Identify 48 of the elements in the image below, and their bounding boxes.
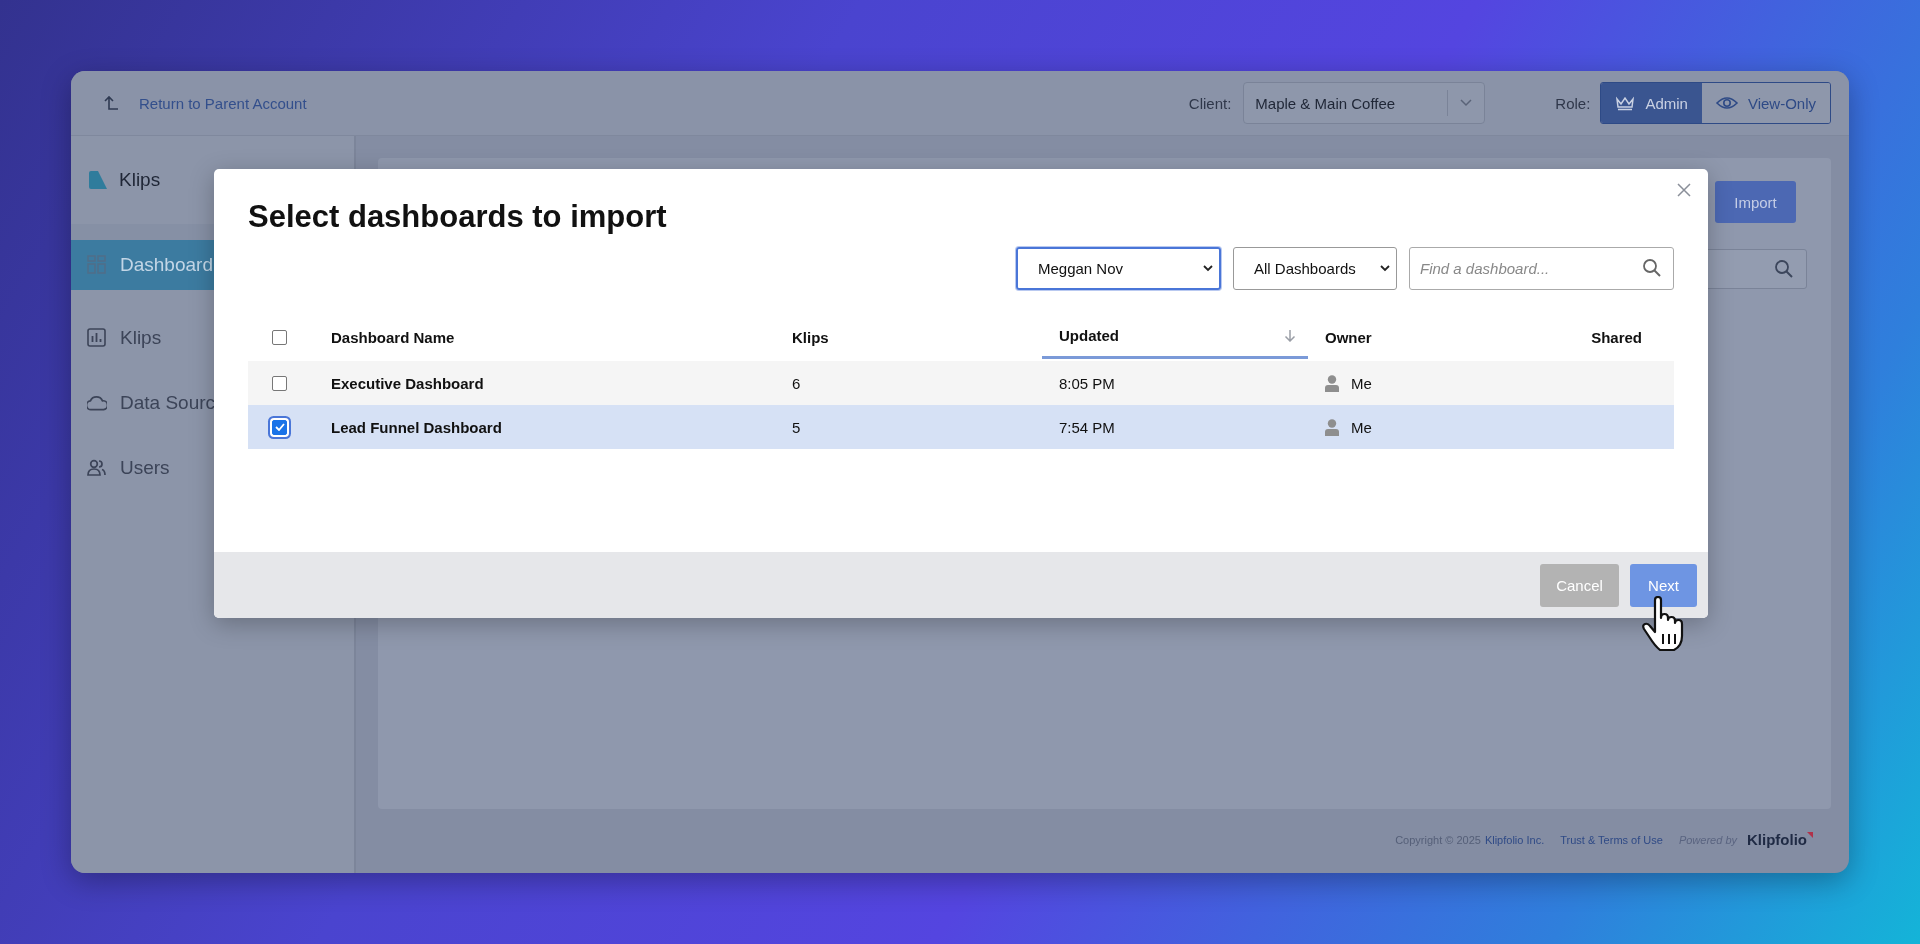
brand-logo: Klipfolio [1747,831,1813,848]
search-icon [1642,258,1662,278]
eye-icon [1715,95,1738,111]
owner-dropdown[interactable]: Meggan Nov [1016,247,1221,290]
bar-chart-icon [87,327,107,348]
person-icon [1325,374,1339,392]
role-toggle[interactable]: Admin [1601,83,1702,123]
table-cell-text: 7:54 PM [1058,417,1116,438]
table-cell-text: 5 [792,417,802,438]
return-link[interactable]: Return to Parent Account [139,94,307,112]
search-field[interactable]: Find a dashboard... [1409,247,1674,290]
checkmark-icon [274,423,285,431]
checkbox[interactable] [272,329,287,345]
crown-icon [1615,95,1636,111]
sort-down-arrow-icon [1284,329,1296,342]
role-label: Role: [1555,94,1591,112]
column-header[interactable]: Klips [792,315,1042,359]
logo-mark-icon [1807,832,1813,838]
company-link[interactable]: Klipfolio Inc. [1484,833,1545,846]
close-icon [1677,183,1691,197]
search-icon [1774,259,1794,279]
column-header[interactable]: Owner [1308,315,1524,359]
next-button[interactable]: Next [1630,563,1697,607]
terms-link[interactable]: Trust & Terms of Use [1560,833,1663,846]
client-dropdown[interactable]: Maple & Main Coffee [1243,82,1486,124]
dialog-title: Select dashboards to import [248,199,668,235]
table-row[interactable]: Executive Dashboard 6 8:05 PM Me [248,361,1674,405]
chevron-down-icon [1380,265,1390,272]
column-header[interactable]: Dashboard Name [331,315,792,359]
brand-name: Klips [119,169,161,191]
role-toggle[interactable]: View-Only [1701,83,1830,123]
table-cell-text: 6 [792,373,802,394]
logo-icon [89,171,107,189]
table-cell-text: 8:05 PM [1058,373,1116,394]
import-button[interactable]: Import [1715,181,1796,223]
chevron-down-icon [1460,99,1473,107]
table-cell-text: Lead Funnel Dashboard [331,417,503,438]
client-label: Client: [1188,94,1232,112]
table-cell: Me [1351,374,1372,392]
table-cell: Me [1351,418,1372,436]
type-dropdown[interactable]: All Dashboards [1233,247,1397,290]
checkbox[interactable] [272,375,287,391]
column-header[interactable]: Shared [1524,315,1674,359]
table-cell-text: Executive Dashboard [331,373,485,394]
table-row[interactable]: Lead Funnel Dashboard 5 7:54 PM Me [248,405,1674,449]
users-icon [87,457,107,478]
person-icon [1325,418,1339,436]
chevron-down-icon [1203,265,1213,272]
